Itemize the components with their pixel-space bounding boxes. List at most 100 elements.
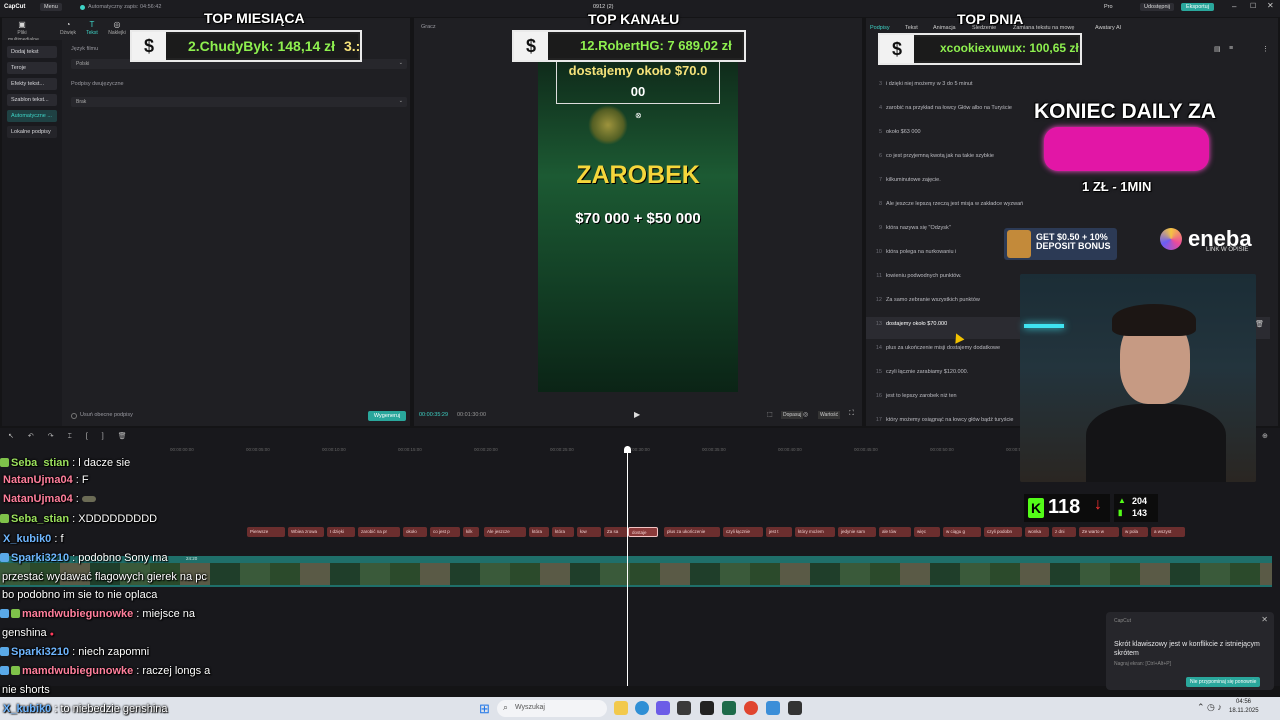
caption-clip[interactable]: która: [552, 527, 574, 537]
teams-icon[interactable]: [656, 701, 670, 715]
trim-right-icon[interactable]: ]: [102, 433, 118, 440]
tab-ai-avatars[interactable]: Awatary AI: [1095, 25, 1121, 31]
caption-clip[interactable]: Pierwsze: [247, 527, 285, 537]
caption-clip[interactable]: który możem: [795, 527, 835, 537]
crop-icon[interactable]: ⬚: [767, 411, 773, 418]
toolbar-stickers[interactable]: ◎ Naklejki: [106, 20, 128, 36]
undo-icon[interactable]: ↶: [28, 433, 48, 440]
toolbar-media[interactable]: ▣Pliki multimedialne: [8, 20, 39, 43]
snapshot-icon[interactable]: ◎: [803, 411, 808, 418]
play-icon[interactable]: ▶: [634, 410, 640, 419]
caption-clip[interactable]: co jest p: [430, 527, 460, 537]
subtitle-row[interactable]: 16 jest to lepszy zarobek niż ten: [866, 389, 1016, 411]
caption-clip[interactable]: z dni: [1052, 527, 1076, 537]
subtitle-row[interactable]: 12 Za samo zebranie wszystkich punktów: [866, 293, 1016, 315]
maximize-icon[interactable]: ☐: [1250, 2, 1256, 10]
tab-captions[interactable]: Podpisy: [870, 25, 890, 31]
caption-clip[interactable]: Ale jeszcze: [484, 527, 526, 537]
dont-remind-button[interactable]: Nie przypominaj się ponownie: [1186, 677, 1261, 687]
caption-clip[interactable]: a wszyst: [1151, 527, 1185, 537]
video-track-header[interactable]: 24:20: [0, 556, 1272, 563]
caption-clip[interactable]: ale tów: [879, 527, 911, 537]
caption-clip[interactable]: plus za ukończenie: [664, 527, 720, 537]
playhead[interactable]: [627, 446, 628, 686]
split-icon[interactable]: ⌶: [68, 433, 86, 440]
caption-clip[interactable]: łow: [577, 527, 601, 537]
tab-animation[interactable]: Animacja: [933, 25, 956, 31]
app-icon[interactable]: [766, 701, 780, 715]
caption-clip[interactable]: zarobić na pr: [358, 527, 400, 537]
export-button[interactable]: Eksportuj: [1181, 3, 1214, 11]
caption-clip[interactable]: Ze warto w: [1079, 527, 1119, 537]
edge-icon[interactable]: [635, 701, 649, 715]
subtitle-row[interactable]: 9 która nazywa się "Odzysk": [866, 221, 1016, 243]
close-icon[interactable]: ✕: [1261, 615, 1268, 624]
subtitle-row[interactable]: 3i dzięki niej możemy w 3 do 5 minut: [866, 77, 1016, 99]
sidebar-item-add-text[interactable]: Dodaj tekst: [7, 46, 57, 58]
subtitle-row[interactable]: 7 kilkuminutowe zajęcie.: [866, 173, 1016, 195]
pro-button[interactable]: Pro: [1100, 3, 1117, 11]
subtitle-row[interactable]: 14 plus za ukończenie misji dostajemy dod…: [866, 341, 1016, 363]
delete-clip-icon[interactable]: 🗑: [118, 433, 141, 440]
generate-button[interactable]: Wygeneruj: [368, 411, 406, 421]
app-icon[interactable]: [722, 701, 736, 715]
toolbar-audio[interactable]: ◔ Dźwięk: [58, 20, 78, 36]
ratio-button[interactable]: Wartość: [818, 411, 841, 419]
toolbar-text[interactable]: T Tekst: [82, 20, 102, 36]
caption-clip[interactable]: około: [403, 527, 427, 537]
sidebar-item-text-template[interactable]: Szablon tekst...: [7, 94, 57, 106]
explorer-icon[interactable]: [614, 701, 628, 715]
caption-clip[interactable]: Za sa: [604, 527, 628, 537]
subtitle-row[interactable]: 15 czyli łącznie zarabiamy $120.000.: [866, 365, 1016, 387]
taskbar-search[interactable]: ⌕ Wyszukaj: [497, 700, 607, 717]
rotate-handle-icon[interactable]: ⊗: [635, 111, 642, 120]
caption-clip[interactable]: czyli podobn: [984, 527, 1022, 537]
store-icon[interactable]: [677, 701, 691, 715]
filter-icon[interactable]: ≡: [1229, 45, 1233, 52]
subtitle-row[interactable]: 6 co jest przyjemną kwotą jak na takie sz…: [866, 149, 1016, 171]
video-preview[interactable]: dostajemy około $70.0 00 ⊗ ZAROBEK $70 0…: [538, 60, 738, 392]
caption-clip[interactable]: wonka: [1025, 527, 1049, 537]
windows-start-icon[interactable]: ⊞: [479, 701, 490, 717]
redo-icon[interactable]: ↷: [48, 433, 68, 440]
quality-button[interactable]: Dopasuj: [781, 411, 804, 419]
subtitle-row[interactable]: 4 zarobić na przykład na łowcy Głów albo …: [866, 101, 1016, 123]
tray-icons[interactable]: ⌃ ◷ ♪: [1197, 702, 1222, 713]
menu-button[interactable]: Menu: [40, 3, 62, 11]
layout-icon[interactable]: ▤: [1214, 45, 1221, 53]
caption-clip[interactable]: w pola: [1122, 527, 1148, 537]
caption-clip[interactable]: czyli łącznie: [723, 527, 763, 537]
subtitle-row[interactable]: 11 łowieniu podwodnych punktów.: [866, 269, 1016, 291]
close-icon[interactable]: ✕: [1267, 1, 1274, 10]
caption-clip[interactable]: która: [529, 527, 549, 537]
caption-clip[interactable]: I dzięki: [327, 527, 355, 537]
delete-icon[interactable]: 🗑: [1255, 320, 1264, 328]
subtitle-row[interactable]: 5 około $63 000: [866, 125, 1016, 147]
caption-clip[interactable]: w ciągu g: [943, 527, 981, 537]
caption-clip[interactable]: jest t: [766, 527, 792, 537]
minimize-icon[interactable]: –: [1232, 2, 1236, 11]
caption-clip[interactable]: więc: [914, 527, 940, 537]
subtitle-row[interactable]: 10 która polega na nurkowaniu i: [866, 245, 1016, 267]
clear-captions-checkbox[interactable]: [71, 413, 77, 419]
sidebar-item-theme[interactable]: Teroje: [7, 62, 57, 74]
sidebar-item-text-effects[interactable]: Efekty tekst...: [7, 78, 57, 90]
more-icon[interactable]: ⋮: [1262, 45, 1269, 53]
caption-clip[interactable]: kilk: [463, 527, 479, 537]
caption-clip-selected[interactable]: dostaje: [628, 527, 658, 537]
sidebar-item-local-captions[interactable]: Lokalne podpisy: [7, 126, 57, 138]
opera-icon[interactable]: [744, 701, 758, 715]
playhead-handle[interactable]: [624, 446, 631, 453]
timeline-tools[interactable]: ↖↶↷⌶[]🗑: [8, 432, 141, 441]
share-button[interactable]: Udostępnij: [1140, 3, 1174, 11]
bilingual-select[interactable]: Brak ⌄: [71, 97, 407, 107]
capcut-icon[interactable]: [700, 701, 714, 715]
trim-left-icon[interactable]: [: [86, 433, 102, 440]
sidebar-item-auto-captions[interactable]: Automatyczne ...: [7, 110, 57, 122]
tab-text[interactable]: Tekst: [905, 25, 918, 31]
caption-clip[interactable]: Wbiea zrowa: [288, 527, 324, 537]
zoom-icon[interactable]: ⊕: [1262, 432, 1268, 440]
caption-clip[interactable]: jedynie sam: [838, 527, 876, 537]
app-icon[interactable]: [788, 701, 802, 715]
fullscreen-icon[interactable]: ⛶: [849, 410, 854, 418]
